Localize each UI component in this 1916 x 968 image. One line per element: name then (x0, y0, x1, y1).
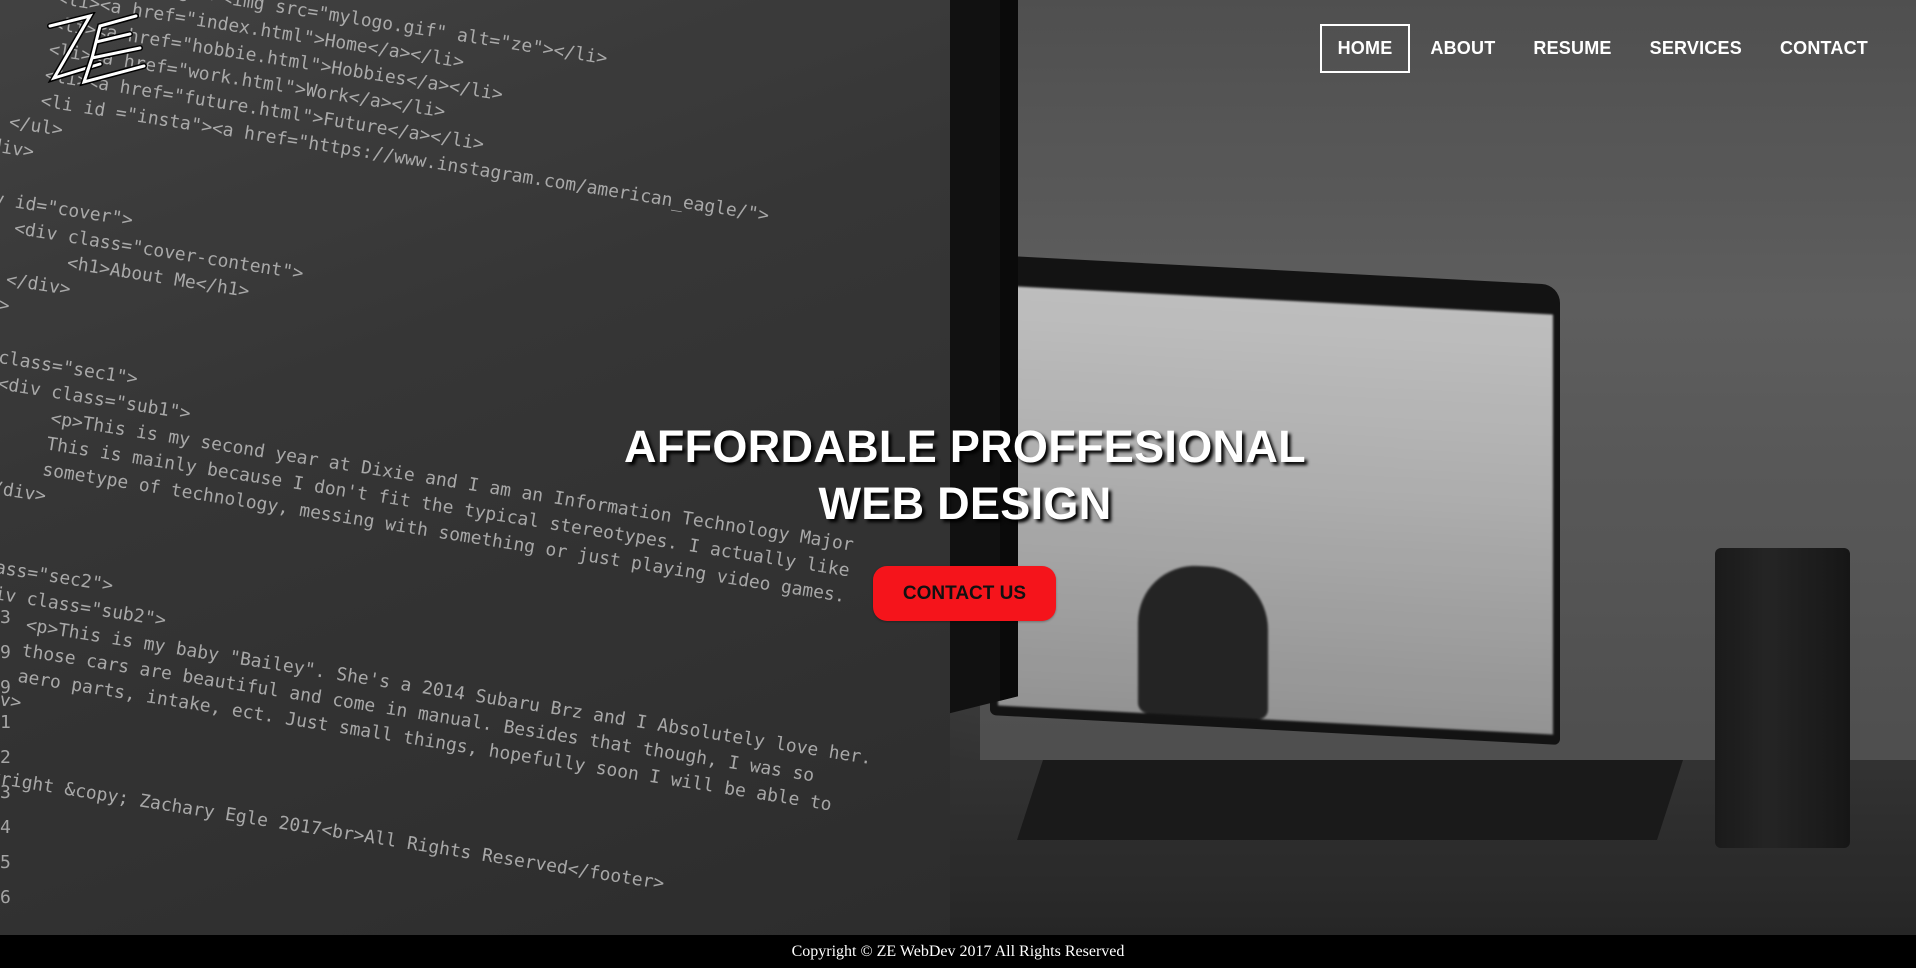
contact-us-button[interactable]: CONTACT US (873, 566, 1056, 621)
footer-copyright: Copyright © ZE WebDev 2017 All Rights Re… (791, 942, 1125, 960)
hero-headline-line2: WEB DESIGN (818, 478, 1112, 529)
ze-logo-icon[interactable] (44, 12, 154, 92)
nav-item-home[interactable]: HOME (1319, 24, 1411, 73)
nav-item-resume[interactable]: RESUME (1515, 24, 1629, 73)
footer: Copyright © ZE WebDev 2017 All Rights Re… (0, 935, 1916, 968)
nav-item-services[interactable]: SERVICES (1632, 24, 1760, 73)
hero-headline: AFFORDABLE PROFFESIONAL WEB DESIGN (0, 418, 1916, 532)
nav-item-contact[interactable]: CONTACT (1762, 24, 1886, 73)
hero-headline-line1: AFFORDABLE PROFFESIONAL (624, 421, 1306, 472)
main-nav: HOME ABOUT RESUME SERVICES CONTACT (1318, 24, 1886, 73)
nav-item-about[interactable]: ABOUT (1412, 24, 1513, 73)
